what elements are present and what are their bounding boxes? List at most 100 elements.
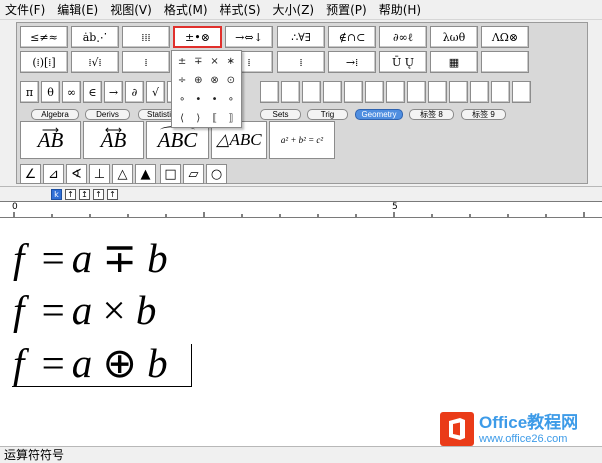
template-slot-button[interactable] (365, 81, 384, 103)
menu-edit[interactable]: 编辑(E) (51, 0, 104, 20)
tab-algebra[interactable]: Algebra (31, 109, 79, 120)
circled-plus-icon[interactable]: ⊕ (190, 71, 206, 90)
infinity-button[interactable]: ∞ (62, 81, 81, 103)
perpendicular-icon[interactable]: ⊥ (89, 164, 110, 184)
equation-1[interactable]: f = a ∓ b (13, 236, 168, 280)
ring-icon[interactable]: ∘ (174, 90, 190, 109)
template-slot-button[interactable] (281, 81, 300, 103)
tab-stop-center-button[interactable]: ↑ (65, 189, 76, 200)
operator-symbols-button[interactable]: ±•⊗ (173, 26, 222, 48)
element-of-button[interactable]: ∈ (83, 81, 102, 103)
angle-icon[interactable]: ∠ (20, 164, 41, 184)
theta-button[interactable]: θ (41, 81, 60, 103)
greek-lowercase-button[interactable]: λωθ (430, 26, 478, 48)
tab-stop-decimal-button[interactable]: ↑ (107, 189, 118, 200)
circled-dot-icon[interactable]: ⊙ (223, 71, 239, 90)
tab-geometry[interactable]: Geometry (355, 109, 403, 120)
equation-3[interactable]: f = a ⊕ b (13, 341, 168, 385)
matrix-templates-button[interactable]: ▦ (430, 51, 478, 73)
tab-derivs[interactable]: Derivs (85, 109, 130, 120)
tab-stop-right-button[interactable]: ↥ (79, 189, 90, 200)
tab-trig[interactable]: Trig (307, 109, 348, 120)
triangle-icon[interactable]: △ (112, 164, 133, 184)
asterisk-icon[interactable]: ∗ (223, 52, 239, 71)
minus-plus-icon[interactable]: ∓ (190, 52, 206, 71)
spherical-angle-icon[interactable]: ∢ (66, 164, 87, 184)
fraction-radical-templates-button[interactable]: ⁞√⁞ (71, 51, 119, 73)
circle-icon[interactable]: ○ (206, 164, 227, 184)
template-slot-button[interactable] (449, 81, 468, 103)
fence-templates-button[interactable]: (⁞)[⁞] (20, 51, 68, 73)
labeled-arrow-templates-button[interactable]: →⁞ (328, 51, 376, 73)
greek-uppercase-button[interactable]: ΛΩ⊗ (481, 26, 529, 48)
square-icon[interactable]: □ (160, 164, 181, 184)
left-double-bracket-icon[interactable]: ⟦ (207, 109, 223, 128)
template-slot-button[interactable] (260, 81, 279, 103)
sqrt-button[interactable]: √ (146, 81, 165, 103)
times-icon[interactable]: × (207, 52, 223, 71)
template-slot-button[interactable] (407, 81, 426, 103)
times-operator: × (102, 287, 126, 333)
ring-small-icon[interactable]: ∘ (223, 90, 239, 109)
eq-b: b (147, 340, 168, 386)
right-triangle-icon[interactable]: ⊿ (43, 164, 64, 184)
matrix-box-button[interactable] (481, 51, 529, 73)
arrow-symbols-button[interactable]: →⇔↓ (225, 26, 273, 48)
bullet-icon[interactable]: • (190, 90, 206, 109)
tab-label-8[interactable]: 标签 8 (409, 109, 454, 120)
menu-help[interactable]: 帮助(H) (373, 0, 427, 20)
product-set-templates-button[interactable]: Ū Ų (379, 51, 427, 73)
menu-style[interactable]: 样式(S) (214, 0, 267, 20)
misc-symbols-button[interactable]: ∂∞ℓ (379, 26, 427, 48)
parallelogram-icon[interactable]: ▱ (183, 164, 204, 184)
template-slot-button[interactable] (428, 81, 447, 103)
eq-a: a (71, 287, 93, 333)
bullet-large-icon[interactable]: • (207, 90, 223, 109)
embellishments-button[interactable]: ⁞⁞⁞ (122, 26, 170, 48)
set-theory-symbols-button[interactable]: ∉∩⊂ (328, 26, 376, 48)
eq-a: a (71, 340, 93, 386)
eq-equals: = (41, 287, 65, 333)
template-slot-button[interactable] (386, 81, 405, 103)
right-angle-icon[interactable]: ⟩ (190, 109, 206, 128)
template-slot-button[interactable] (302, 81, 321, 103)
tab-label-9[interactable]: 标签 9 (461, 109, 506, 120)
tab-stop-relational-button[interactable]: ↑ (93, 189, 104, 200)
menu-preferences[interactable]: 预置(P) (320, 0, 373, 20)
partial-button[interactable]: ∂ (125, 81, 144, 103)
plus-minus-icon[interactable]: ± (174, 52, 190, 71)
pi-button[interactable]: π (20, 81, 39, 103)
menu-file[interactable]: 文件(F) (0, 0, 51, 20)
template-slot-button[interactable] (344, 81, 363, 103)
status-text: 运算符符号 (4, 448, 65, 462)
tab-sets[interactable]: Sets (260, 109, 301, 120)
tab-stop-left-button[interactable]: k (51, 189, 62, 200)
circled-times-icon[interactable]: ⊗ (207, 71, 223, 90)
divide-icon[interactable]: ÷ (174, 71, 190, 90)
toolbar-edge (588, 20, 602, 186)
right-arrow-button[interactable]: → (104, 81, 123, 103)
template-slot-button[interactable] (491, 81, 510, 103)
template-vector-right[interactable]: ⟶ AB (20, 121, 81, 159)
left-angle-icon[interactable]: ⟨ (174, 109, 190, 128)
right-double-bracket-icon[interactable]: ⟧ (223, 109, 239, 128)
menu-view[interactable]: 视图(V) (104, 0, 158, 20)
ruler[interactable]: 0 5 (0, 201, 602, 218)
filled-triangle-icon[interactable]: ▲ (135, 164, 156, 184)
template-slot-button[interactable] (323, 81, 342, 103)
subscript-templates-button[interactable]: ⁞ (122, 51, 170, 73)
eq-equals: = (41, 340, 65, 386)
template-pythagoras[interactable]: a² + b² = c² (269, 121, 335, 159)
template-vector-both[interactable]: ⟷ AB (83, 121, 144, 159)
eq-a: a (71, 235, 93, 281)
spaces-ellipses-button[interactable]: ȧb⋰ (71, 26, 119, 48)
relational-symbols-button[interactable]: ≤≠≈ (20, 26, 68, 48)
template-slot-button[interactable] (512, 81, 531, 103)
template-slot-button[interactable] (470, 81, 489, 103)
menu-format[interactable]: 格式(M) (158, 0, 214, 20)
logical-symbols-button[interactable]: ∴∀∃ (277, 26, 325, 48)
equation-2[interactable]: f = a × b (13, 288, 156, 332)
palette-panel: ≤≠≈ ȧb⋰ ⁞⁞⁞ ±•⊗ →⇔↓ ∴∀∃ ∉∩⊂ ∂∞ℓ λωθ ΛΩ⊗ … (16, 22, 588, 184)
underbar-templates-button[interactable]: ⁞ (277, 51, 325, 73)
menu-size[interactable]: 大小(Z) (267, 0, 321, 20)
